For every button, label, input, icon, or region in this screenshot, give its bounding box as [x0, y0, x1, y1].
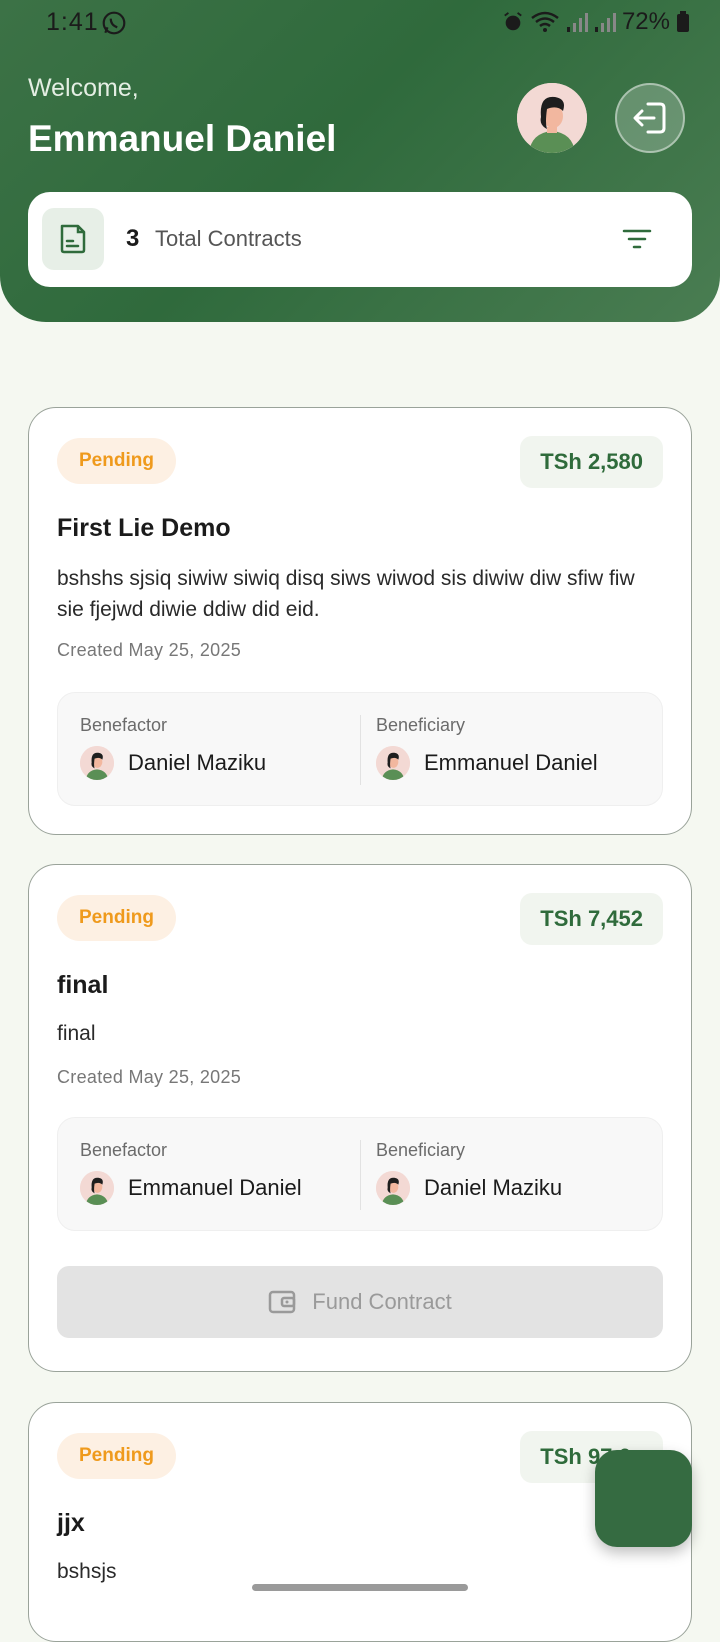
avatar-illustration-icon [80, 746, 114, 780]
status-icons: 72% [502, 8, 690, 36]
avatar [376, 746, 410, 780]
filter-icon[interactable] [622, 225, 652, 253]
benefactor-label: Benefactor [80, 715, 168, 735]
contract-amount: TSh 2,580 [520, 436, 663, 488]
home-indicator[interactable] [252, 1584, 468, 1591]
avatar-illustration-icon [376, 746, 410, 780]
signal-icon-2 [594, 13, 616, 32]
beneficiary-section: Beneficiary Emmanuel Daniel [376, 715, 598, 780]
benefactor-section: Benefactor Emmanuel Daniel [80, 1140, 302, 1205]
wallet-icon [269, 1290, 296, 1314]
benefactor-label: Benefactor [80, 1140, 168, 1160]
contract-amount: TSh 7,452 [520, 893, 663, 945]
add-contract-fab[interactable] [595, 1450, 692, 1547]
beneficiary-label: Beneficiary [376, 1140, 466, 1160]
wifi-icon [531, 11, 559, 32]
benefactor-name: Emmanuel Daniel [128, 1175, 302, 1200]
party-divider [360, 715, 361, 785]
avatar-illustration-icon [376, 1171, 410, 1205]
benefactor-name: Daniel Maziku [128, 750, 267, 775]
signal-icon [566, 13, 588, 32]
contract-description: final [57, 1022, 96, 1045]
contract-title: jjx [57, 1509, 85, 1537]
contract-title: final [57, 971, 109, 999]
beneficiary-name: Daniel Maziku [424, 1175, 563, 1200]
header-banner: 1:41 72% Welcome, Emmanuel Daniel 3 Tota… [0, 0, 720, 322]
contract-description: bshsjs [57, 1560, 117, 1583]
alarm-icon [504, 12, 522, 31]
avatar [376, 1171, 410, 1205]
beneficiary-name: Emmanuel Daniel [424, 750, 598, 775]
avatar-illustration-icon [80, 1171, 114, 1205]
status-badge: Pending [57, 895, 176, 941]
avatar [80, 746, 114, 780]
contract-parties: Benefactor Emmanuel Daniel Beneficiary D… [57, 1117, 663, 1231]
user-name: Emmanuel Daniel [28, 118, 337, 159]
contract-description: bshshs sjsiq siwiw siwiq disq siws wiwod… [57, 567, 635, 621]
whatsapp-notification-icon [102, 11, 126, 35]
contract-card[interactable]: Pending TSh 7,452 final final Created Ma… [28, 864, 692, 1372]
contract-title: First Lie Demo [57, 514, 231, 542]
avatar-illustration-icon [517, 83, 587, 153]
fund-contract-label: Fund Contract [312, 1289, 452, 1314]
profile-avatar[interactable] [517, 83, 587, 153]
party-divider [360, 1140, 361, 1210]
contract-card[interactable]: Pending TSh 97,6.. jjx bshsjs [28, 1402, 692, 1642]
document-icon [60, 224, 86, 254]
welcome-label: Welcome, [28, 74, 139, 102]
contract-card[interactable]: Pending TSh 2,580 First Lie Demo bshshs … [28, 407, 692, 835]
status-badge: Pending [57, 438, 176, 484]
logout-icon [633, 102, 666, 134]
contracts-summary: 3 Total Contracts [28, 192, 692, 287]
benefactor-section: Benefactor Daniel Maziku [80, 715, 266, 780]
status-bar: 1:41 72% [0, 0, 720, 46]
battery-percent: 72% [621, 8, 670, 35]
battery-icon [677, 11, 689, 32]
status-badge: Pending [57, 1433, 176, 1479]
contract-parties: Benefactor Daniel Maziku Beneficiary Emm… [57, 692, 663, 806]
contract-count: 3 [126, 225, 140, 252]
avatar [80, 1171, 114, 1205]
contract-count-label: Total Contracts [155, 226, 302, 251]
contract-created-date: Created May 25, 2025 [57, 640, 242, 660]
contract-created-date: Created May 25, 2025 [57, 1067, 242, 1087]
beneficiary-section: Beneficiary Daniel Maziku [376, 1140, 562, 1205]
logout-button[interactable] [615, 83, 685, 153]
fund-contract-button[interactable]: Fund Contract [57, 1266, 663, 1338]
contract-doc-icon-box [42, 208, 104, 270]
status-time: 1:41 [46, 8, 99, 36]
beneficiary-label: Beneficiary [376, 715, 466, 735]
